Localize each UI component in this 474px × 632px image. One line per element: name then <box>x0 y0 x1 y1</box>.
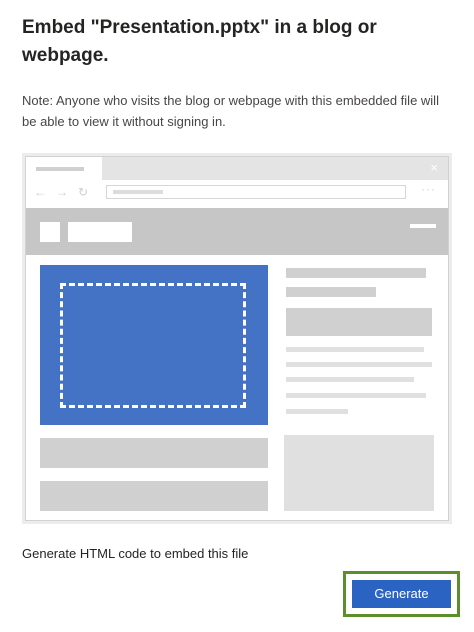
content-block-placeholder <box>40 438 268 468</box>
text-line-placeholder <box>286 287 376 297</box>
generate-instruction: Generate HTML code to embed this file <box>22 546 249 561</box>
embed-dialog: Embed "Presentation.pptx" in a blog or w… <box>0 0 474 632</box>
content-block-placeholder <box>286 308 432 336</box>
embedded-file-placeholder <box>40 265 268 425</box>
more-options-icon: ··· <box>421 182 436 196</box>
content-block-placeholder <box>40 481 268 511</box>
embed-illustration: × ← → ↻ ··· <box>22 153 452 524</box>
site-name-placeholder <box>68 222 132 242</box>
menu-icon <box>410 224 436 228</box>
tab-title-placeholder <box>36 167 84 171</box>
back-arrow-icon: ← <box>34 185 46 199</box>
text-line-placeholder <box>286 409 348 414</box>
text-line-placeholder <box>286 362 432 367</box>
text-line-placeholder <box>286 377 414 382</box>
site-header-placeholder <box>26 208 448 255</box>
dialog-title: Embed "Presentation.pptx" in a blog or w… <box>22 17 377 66</box>
browser-tabstrip: × <box>26 157 448 180</box>
browser-tab <box>26 157 102 180</box>
url-text-placeholder <box>113 190 163 194</box>
forward-arrow-icon: → <box>56 185 68 199</box>
url-field-placeholder <box>106 185 406 199</box>
browser-mockup: × ← → ↻ ··· <box>25 156 449 521</box>
generate-button[interactable]: Generate <box>352 580 451 608</box>
content-block-placeholder <box>284 435 434 511</box>
generate-button-focus-outline: Generate <box>343 571 460 617</box>
refresh-icon: ↻ <box>78 185 89 199</box>
close-icon: × <box>430 160 438 175</box>
embed-frame-outline <box>60 283 246 408</box>
text-line-placeholder <box>286 347 424 352</box>
site-logo-placeholder <box>40 222 60 242</box>
browser-address-bar: ← → ↻ ··· <box>26 180 448 205</box>
dialog-note: Note: Anyone who visits the blog or webp… <box>22 93 439 129</box>
text-line-placeholder <box>286 268 426 278</box>
text-line-placeholder <box>286 393 426 398</box>
